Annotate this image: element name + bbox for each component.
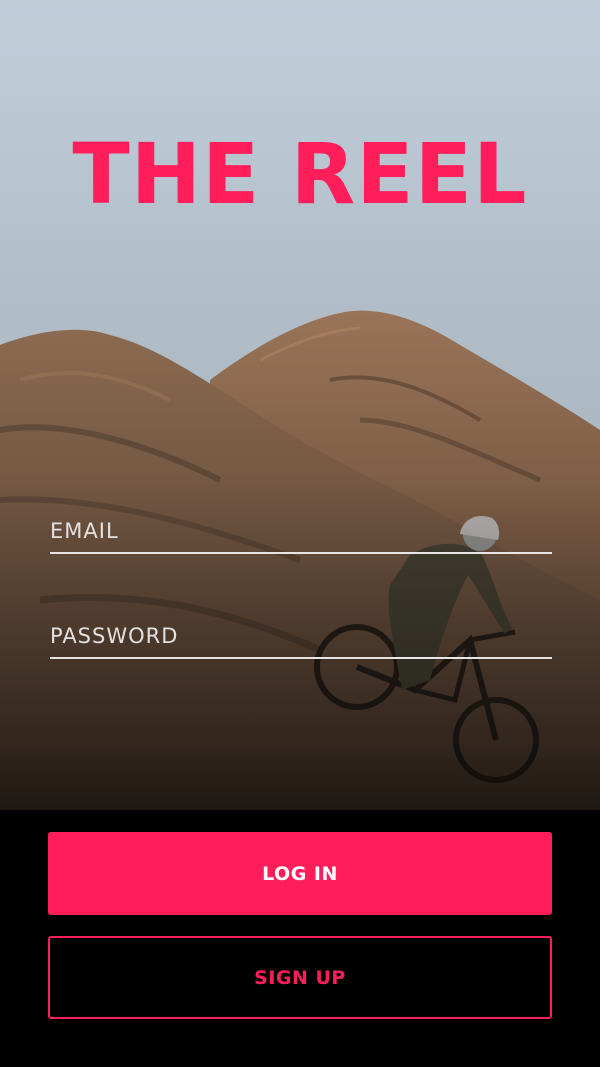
login-screen: THE REEL LOG IN SIGN UP xyxy=(0,0,600,1067)
login-button-label: LOG IN xyxy=(262,862,338,885)
email-input[interactable] xyxy=(50,510,552,552)
password-field[interactable] xyxy=(50,615,552,659)
signup-button[interactable]: SIGN UP xyxy=(48,936,552,1019)
signup-button-label: SIGN UP xyxy=(254,966,346,989)
email-field[interactable] xyxy=(50,510,552,554)
password-input[interactable] xyxy=(50,615,552,657)
login-button[interactable]: LOG IN xyxy=(48,832,552,915)
app-title: THE REEL xyxy=(72,125,528,223)
